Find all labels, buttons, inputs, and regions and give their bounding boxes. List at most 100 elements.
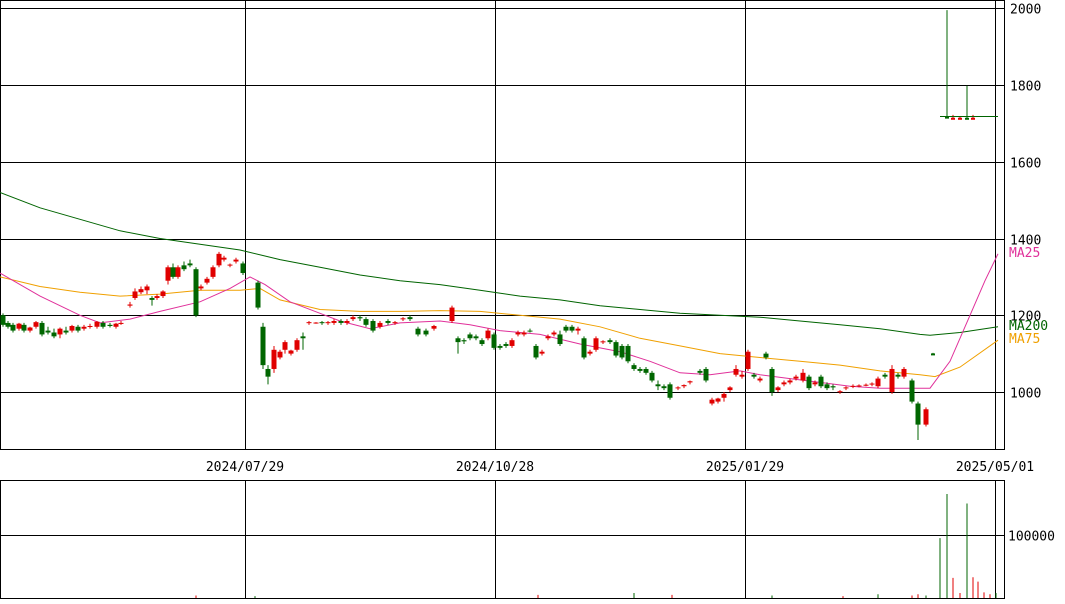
- candle-up: [733, 368, 739, 375]
- candle-down: [63, 330, 69, 333]
- candle-down: [619, 345, 625, 358]
- candle-up: [687, 381, 693, 383]
- candle-down: [763, 353, 769, 358]
- candle-down: [655, 384, 661, 387]
- candle-down: [170, 267, 176, 277]
- candle-up: [727, 387, 733, 391]
- candle-down: [255, 282, 261, 308]
- candle-up: [675, 387, 681, 389]
- candle-up: [210, 267, 216, 277]
- candle-up: [856, 385, 862, 387]
- candle-up: [551, 332, 557, 335]
- candle-down: [45, 330, 51, 333]
- candle-down: [407, 317, 413, 320]
- candle-up: [57, 328, 63, 335]
- legend-ma25: MA25: [1009, 246, 1040, 261]
- candle-down: [643, 368, 649, 373]
- candle-down: [75, 326, 81, 331]
- candle-up: [539, 351, 545, 354]
- candle-up: [757, 378, 763, 381]
- candle-up: [869, 383, 875, 385]
- candle-up: [392, 322, 398, 324]
- candle-up: [165, 267, 171, 281]
- price-tick-label: 2000: [1010, 3, 1041, 18]
- candle-up: [587, 351, 593, 354]
- candle-down: [149, 297, 155, 300]
- candle-up: [325, 322, 331, 324]
- candle-down: [497, 345, 503, 348]
- candle-down: [467, 334, 473, 339]
- candle-up: [132, 291, 138, 298]
- candle-up: [545, 336, 551, 339]
- candle-down: [631, 365, 637, 369]
- candle-down: [909, 380, 915, 402]
- candle-down: [581, 338, 587, 358]
- candle-down: [39, 322, 45, 335]
- candle-up: [144, 286, 150, 291]
- candle-up: [27, 327, 33, 331]
- candle-body: [958, 117, 962, 120]
- candle-down: [527, 330, 533, 332]
- candle-up: [294, 340, 300, 350]
- candle-up: [350, 317, 356, 320]
- candle-down: [0, 315, 6, 325]
- candle-up: [715, 398, 721, 402]
- candle-up: [306, 322, 312, 324]
- candle-up: [515, 332, 521, 335]
- price-tick-label: 1600: [1010, 157, 1041, 172]
- candle-up: [889, 368, 895, 392]
- candle-up: [277, 351, 283, 358]
- candle-up: [709, 399, 715, 404]
- candle-down: [415, 328, 421, 335]
- candle-down: [769, 368, 775, 392]
- candle-down: [625, 345, 631, 362]
- candle-down: [338, 321, 344, 323]
- candle-down: [455, 338, 461, 343]
- candle-down: [181, 265, 187, 270]
- candle-down: [533, 345, 539, 358]
- date-tick-label: 2024/10/28: [456, 460, 534, 475]
- candle-up: [509, 340, 515, 346]
- candle-down: [895, 374, 901, 377]
- volume-tick-label: 100000: [1008, 530, 1055, 545]
- candle-down: [473, 336, 479, 339]
- candle-up: [160, 291, 166, 297]
- candle-down: [557, 334, 563, 345]
- candle-up: [344, 321, 350, 323]
- candle-up: [16, 323, 22, 329]
- candle-up: [271, 349, 277, 369]
- candle-down: [107, 324, 113, 326]
- candle-up: [600, 341, 606, 343]
- candle-down: [661, 386, 667, 389]
- candle-body: [931, 353, 935, 356]
- candle-down: [915, 403, 921, 425]
- candle-up: [175, 267, 181, 277]
- volume-panel-frame: [0, 480, 1005, 599]
- price-tick-label: 1800: [1010, 80, 1041, 95]
- candle-up: [127, 304, 133, 306]
- candle-up: [901, 368, 907, 377]
- candle-up: [800, 372, 806, 381]
- candle-down: [479, 340, 485, 345]
- candle-down: [265, 368, 271, 377]
- candle-up: [377, 322, 383, 327]
- legend-ma75: MA75: [1009, 332, 1040, 347]
- candle-down: [193, 269, 199, 316]
- candle-up: [431, 325, 437, 329]
- candle-up: [843, 387, 849, 389]
- candle-down: [357, 317, 363, 319]
- candle-down: [649, 372, 655, 381]
- candle-up: [331, 321, 337, 323]
- candle-down: [10, 324, 16, 331]
- candle-up: [745, 351, 751, 369]
- candle-up: [923, 409, 929, 425]
- candle-down: [703, 368, 709, 381]
- candle-body: [971, 117, 975, 120]
- candle-up: [69, 325, 75, 331]
- candle-up: [485, 330, 491, 339]
- candle-down: [613, 342, 619, 356]
- candle-up: [282, 342, 288, 350]
- candle-up: [775, 387, 781, 391]
- candle-down: [806, 376, 812, 389]
- candle-up: [681, 385, 687, 387]
